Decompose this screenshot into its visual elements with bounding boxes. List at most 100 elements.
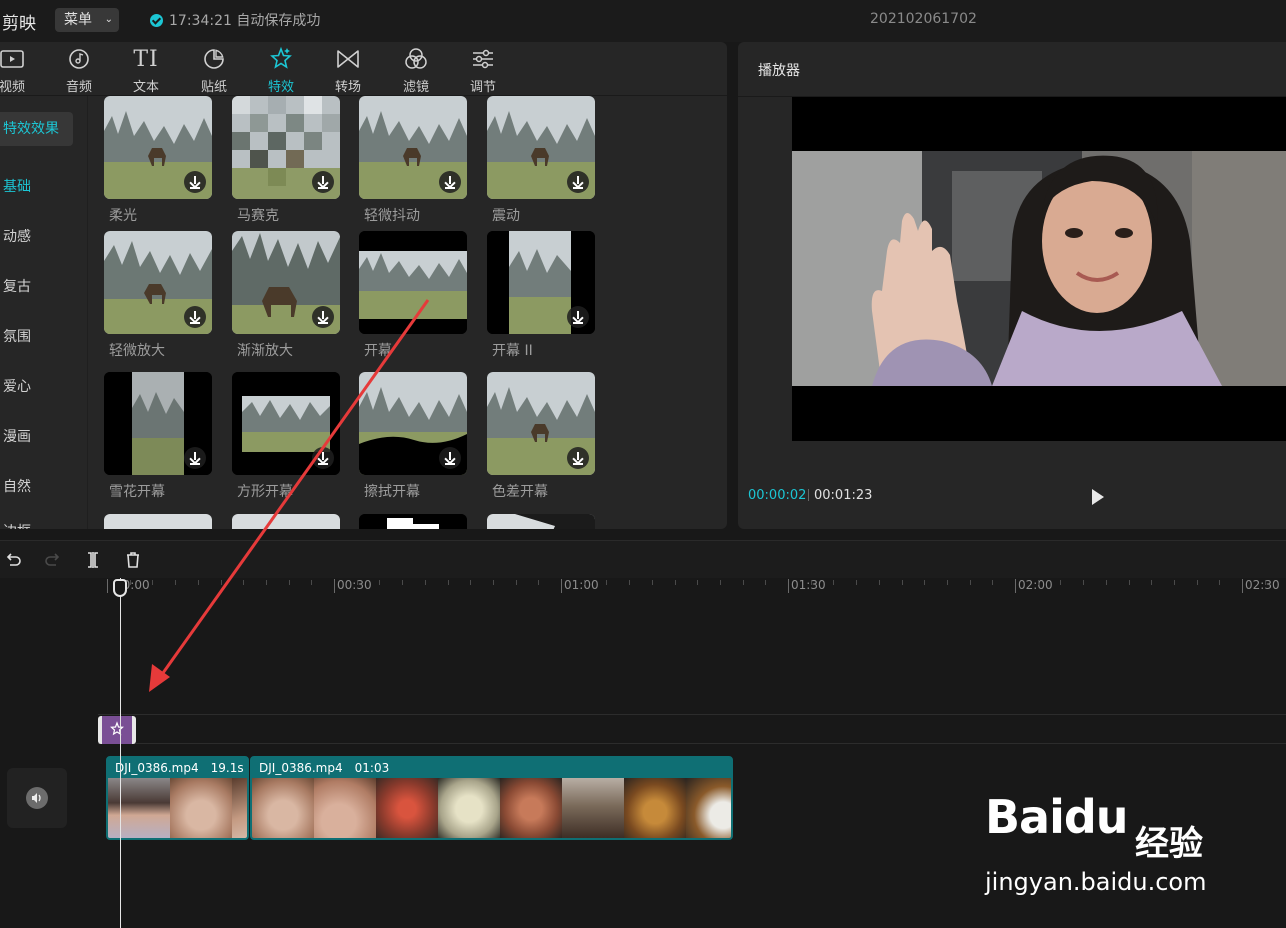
watermark: Baidu 经验 jingyan.baidu.com [985, 790, 1245, 905]
tab-effects[interactable]: 特效 [256, 46, 306, 95]
ruler-tick [197, 580, 199, 585]
effect-label: 方形开幕 [237, 484, 293, 500]
ruler-tick [311, 580, 313, 585]
tool-tabs: 视频 音频 TI 文本 贴纸 特效 转场 滤镜 调节 [0, 42, 727, 96]
ruler-tick [856, 580, 858, 585]
ruler-tick [515, 580, 517, 585]
effect-card[interactable] [359, 514, 467, 529]
video-preview[interactable] [792, 97, 1286, 441]
undo-icon[interactable] [3, 550, 23, 570]
effect-card[interactable]: 轻微抖动 [359, 96, 467, 225]
tab-text[interactable]: TI 文本 [121, 46, 171, 96]
video-frame-image [792, 151, 1286, 386]
ruler-tick [334, 579, 335, 593]
download-icon[interactable] [439, 171, 461, 193]
play-icon[interactable] [1090, 488, 1106, 506]
current-time: 00:00:02 [748, 488, 807, 503]
download-icon[interactable] [439, 447, 461, 469]
download-icon[interactable] [567, 447, 589, 469]
ruler-tick [969, 580, 971, 585]
check-icon [150, 13, 163, 27]
download-icon[interactable] [312, 447, 334, 469]
category-item-dynamic[interactable]: 动感 [3, 226, 31, 246]
tab-audio[interactable]: 音频 [54, 46, 104, 95]
tab-adjust[interactable]: 调节 [458, 46, 508, 95]
effect-card[interactable] [487, 514, 595, 529]
ruler-tick [402, 580, 404, 585]
effect-card[interactable]: 擦拭开幕 [359, 372, 467, 501]
download-icon[interactable] [184, 171, 206, 193]
ruler-tick [1151, 580, 1153, 585]
redo-icon[interactable] [43, 550, 63, 570]
download-icon[interactable] [567, 171, 589, 193]
ruler-tick [946, 580, 948, 585]
ruler-tick [1242, 579, 1243, 593]
tab-video[interactable]: 视频 [0, 46, 37, 95]
menu-label: 菜单 [64, 12, 92, 28]
category-item-retro[interactable]: 复古 [3, 276, 31, 296]
effect-card[interactable]: 轻微放大 [104, 231, 212, 360]
ruler-tick [924, 580, 926, 585]
effect-card[interactable]: 开幕 [359, 231, 467, 360]
mute-button[interactable] [7, 768, 67, 828]
download-icon[interactable] [312, 171, 334, 193]
ruler-tick [833, 580, 835, 585]
effect-label: 擦拭开幕 [364, 484, 420, 500]
effect-clip[interactable] [98, 716, 136, 744]
download-icon[interactable] [184, 447, 206, 469]
delete-icon[interactable] [123, 550, 143, 570]
tab-filter[interactable]: 滤镜 [391, 46, 441, 95]
effect-card[interactable] [104, 514, 212, 529]
category-item-border[interactable]: 边框 [3, 521, 31, 529]
effect-card[interactable]: 渐渐放大 [232, 231, 340, 360]
ruler-tick [583, 580, 585, 585]
effect-thumbnail [232, 231, 340, 334]
download-icon[interactable] [184, 306, 206, 328]
effect-card[interactable] [232, 514, 340, 529]
category-item-nature[interactable]: 自然 [3, 476, 31, 496]
effects-grid: 柔光 马赛克 轻微抖动 震动 轻微放大 渐渐放大 开幕 开幕 II 雪花开幕 方… [104, 96, 604, 529]
effect-card[interactable]: 马赛克 [232, 96, 340, 225]
playhead-line[interactable] [120, 578, 121, 928]
video-clip[interactable]: DJI_0386.mp4 01:03 [250, 756, 733, 840]
tab-sticker[interactable]: 贴纸 [189, 46, 239, 95]
tab-transition[interactable]: 转场 [323, 46, 373, 95]
ruler-tick [175, 580, 177, 585]
category-item-comic[interactable]: 漫画 [3, 426, 31, 446]
effects-icon [270, 46, 292, 69]
speaker-icon [26, 787, 48, 809]
ruler-tick [788, 579, 789, 593]
effect-card[interactable]: 色差开幕 [487, 372, 595, 501]
ruler-label: 01:00 [564, 578, 599, 592]
effect-card[interactable]: 震动 [487, 96, 595, 225]
download-icon[interactable] [312, 306, 334, 328]
ruler-tick [107, 579, 108, 593]
effects-icon [110, 721, 124, 736]
ruler-tick [356, 580, 358, 585]
video-clip[interactable]: DJI_0386.mp4 19.1s [106, 756, 249, 840]
category-item-love[interactable]: 爱心 [3, 376, 31, 396]
effect-label: 震动 [492, 208, 520, 224]
ruler-tick [992, 580, 994, 585]
ruler-tick [1264, 580, 1266, 585]
playhead-handle[interactable] [113, 579, 127, 597]
split-icon[interactable] [83, 550, 103, 570]
effect-card[interactable]: 雪花开幕 [104, 372, 212, 501]
effect-card[interactable]: 柔光 [104, 96, 212, 225]
time-ruler[interactable]: 00:00 00:30 01:00 01:30 02:00 02:30 [0, 578, 1286, 596]
effect-card[interactable]: 方形开幕 [232, 372, 340, 501]
effect-card[interactable]: 开幕 II [487, 231, 595, 360]
menu-button[interactable]: 菜单 ⌄ [55, 8, 119, 32]
effect-thumbnail [232, 514, 340, 529]
save-status-text: 17:34:21 自动保存成功 [169, 13, 321, 29]
effect-thumbnail [359, 96, 467, 199]
ruler-tick [447, 580, 449, 585]
clip-header: DJI_0386.mp4 19.1s [108, 758, 247, 778]
category-item-atmosphere[interactable]: 氛围 [3, 326, 31, 346]
timeline-toolbar [0, 540, 1286, 578]
category-item-basic[interactable]: 基础 [3, 176, 31, 196]
download-icon[interactable] [567, 306, 589, 328]
category-header[interactable]: 特效效果 [0, 112, 73, 146]
ruler-tick [1128, 580, 1130, 585]
effect-label: 柔光 [109, 208, 137, 224]
